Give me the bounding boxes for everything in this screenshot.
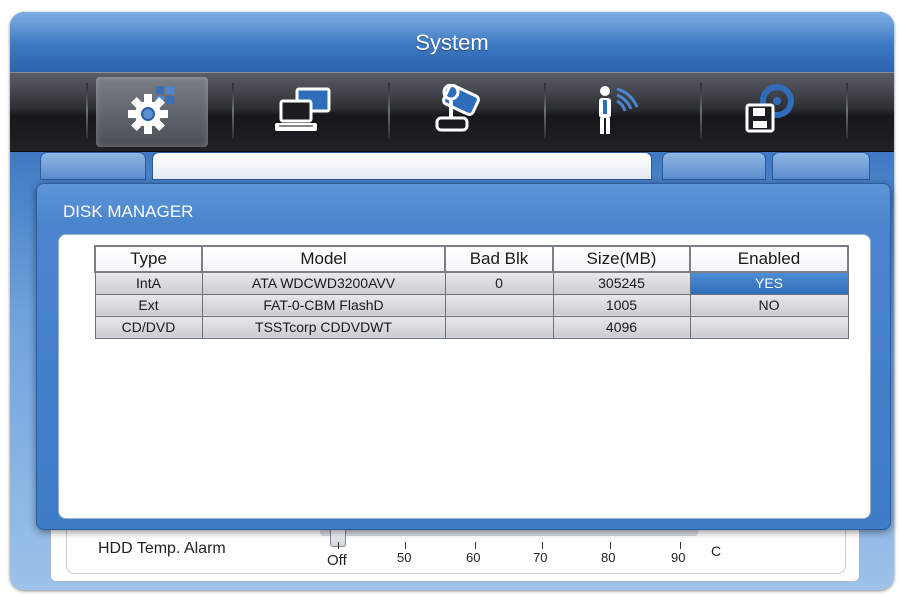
cell-size: 1005	[552, 293, 691, 317]
column-header-type: Type	[94, 245, 203, 273]
ptz-joystick-icon	[423, 83, 493, 141]
event-button[interactable]	[558, 77, 670, 147]
cell-enabled-toggle[interactable]: NO	[689, 293, 849, 317]
toolbar-separator	[846, 83, 848, 139]
network-button[interactable]	[246, 77, 358, 147]
cell-bad-blk	[444, 315, 554, 339]
slider-tick-label: 70	[533, 550, 548, 565]
disk-manager-dialog: DISK MANAGER Type Model Bad Blk Size(MB)…	[36, 183, 891, 530]
event-sensor-icon	[579, 83, 649, 142]
cell-bad-blk	[444, 293, 554, 317]
table-header-row: Type Model Bad Blk Size(MB) Enabled	[94, 245, 849, 273]
table-row[interactable]: IntA ATA WDCWD3200AVV 0 305245 YES	[94, 271, 849, 295]
cell-type: IntA	[94, 271, 203, 295]
storage-disk-icon	[735, 83, 805, 142]
dialog-content: Type Model Bad Blk Size(MB) Enabled IntA…	[58, 234, 871, 519]
window-title: System	[415, 30, 489, 55]
slider-tick-label: 90	[671, 550, 686, 565]
table-row[interactable]: CD/DVD TSSTcorp CDDVDWT 4096	[94, 315, 849, 339]
slider-tick	[680, 542, 681, 549]
system-settings-icon	[112, 84, 192, 141]
tab-background-1[interactable]	[40, 152, 146, 180]
slider-tick	[475, 542, 476, 549]
toolbar-separator	[232, 83, 234, 139]
toolbar-separator	[700, 83, 702, 139]
cell-size: 305245	[552, 271, 691, 295]
slider-tick	[542, 542, 543, 549]
column-header-model: Model	[201, 245, 446, 273]
slider-tick	[405, 542, 406, 549]
icon-toolbar	[10, 72, 894, 152]
cell-type: Ext	[94, 293, 203, 317]
toolbar-separator	[86, 83, 88, 139]
ptz-button[interactable]	[402, 77, 514, 147]
dialog-title: DISK MANAGER	[63, 202, 194, 221]
cell-type: CD/DVD	[94, 315, 203, 339]
background-tab-strip	[30, 152, 870, 182]
cell-model: FAT-0-CBM FlashD	[201, 293, 446, 317]
slider-tick	[338, 542, 339, 549]
cell-size: 4096	[552, 315, 691, 339]
storage-button[interactable]	[714, 77, 826, 147]
tab-background-2[interactable]	[152, 152, 652, 180]
column-header-bad-blk: Bad Blk	[444, 245, 554, 273]
table-row[interactable]: Ext FAT-0-CBM FlashD 1005 NO	[94, 293, 849, 317]
cell-model: TSSTcorp CDDVDWT	[201, 315, 446, 339]
toolbar-separator	[544, 83, 546, 139]
temp-unit-label: C	[711, 543, 722, 559]
title-bar: System	[10, 12, 894, 72]
cell-bad-blk: 0	[444, 271, 554, 295]
cell-enabled-toggle[interactable]: YES	[689, 271, 849, 295]
slider-tick-label: 60	[466, 550, 481, 565]
network-computer-icon	[267, 85, 337, 140]
cell-enabled-toggle[interactable]	[689, 315, 849, 339]
column-header-enabled: Enabled	[689, 245, 849, 273]
slider-tick	[610, 542, 611, 549]
tab-background-3[interactable]	[662, 152, 766, 180]
column-header-size: Size(MB)	[552, 245, 691, 273]
tab-background-4[interactable]	[772, 152, 870, 180]
disk-table: Type Model Bad Blk Size(MB) Enabled IntA…	[94, 245, 849, 339]
system-settings-button[interactable]	[96, 77, 208, 147]
toolbar-separator	[388, 83, 390, 139]
cell-model: ATA WDCWD3200AVV	[201, 271, 446, 295]
slider-tick-label: Off	[327, 552, 347, 569]
slider-tick-label: 80	[601, 550, 616, 565]
hdd-temp-alarm-label: HDD Temp. Alarm	[98, 540, 226, 557]
slider-tick-label: 50	[397, 550, 412, 565]
